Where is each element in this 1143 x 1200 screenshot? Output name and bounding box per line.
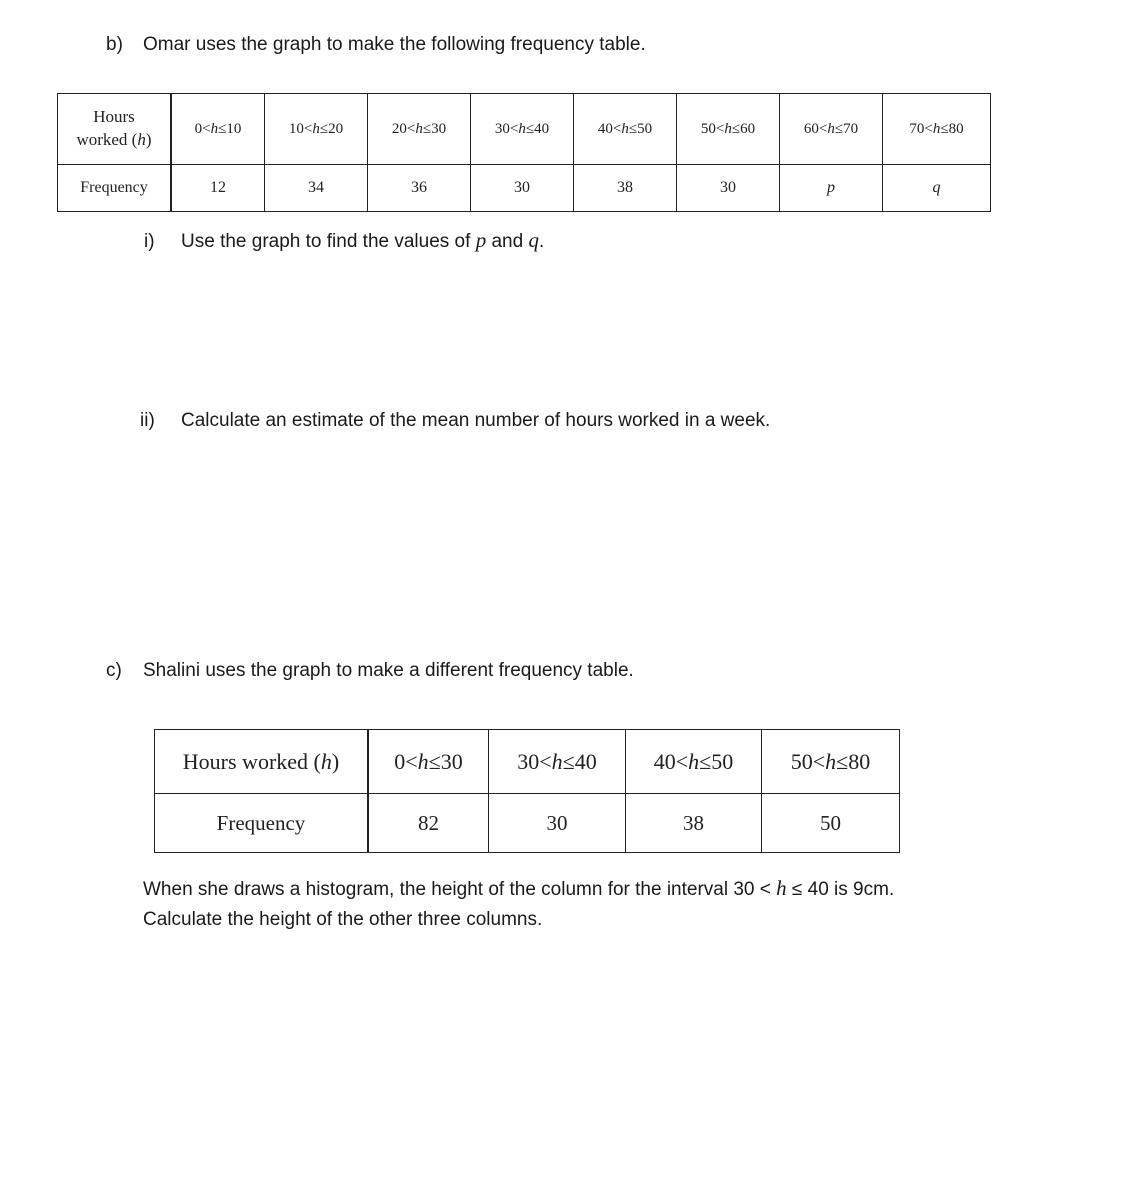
omar-frequency-table: Hours worked (h) 0<h≤10 10<h≤20 20<h≤30 …: [57, 93, 991, 212]
frequency-cell-unknown-p: p: [779, 164, 883, 212]
table-row-hours: Hours worked (h) 0<h≤30 30<h≤40 40<h≤50 …: [154, 729, 900, 794]
shalini-frequency-table: Hours worked (h) 0<h≤30 30<h≤40 40<h≤50 …: [154, 729, 900, 853]
note-text: ≤ 40 is 9cm.: [786, 879, 895, 900]
header-text: Hours: [93, 107, 135, 127]
frequency-cell: 36: [367, 164, 471, 212]
frequency-cell: 38: [625, 793, 762, 853]
interval-cell: 70<h≤80: [882, 93, 991, 165]
table-row-frequency: Frequency 82 30 38 50: [154, 793, 900, 853]
interval-cell: 30<h≤40: [488, 729, 626, 794]
header-var: h: [137, 130, 146, 149]
row-header-frequency: Frequency: [154, 793, 369, 853]
frequency-cell-unknown-q: q: [882, 164, 991, 212]
question-b-text: Omar uses the graph to make the followin…: [143, 34, 646, 55]
question-b-i-text: .: [538, 231, 545, 252]
question-b: b) Omar uses the graph to make the follow…: [106, 34, 646, 56]
question-b-i: i) Use the graph to find the values of p …: [144, 228, 544, 253]
table-row-frequency: Frequency 12 34 36 30 38 30 p q: [57, 164, 991, 212]
row-header-hours: Hours worked (h): [154, 729, 369, 794]
interval-cell: 30<h≤40: [470, 93, 574, 165]
interval-cell: 50<h≤60: [676, 93, 780, 165]
row-header-frequency: Frequency: [57, 164, 172, 212]
var-h: h: [776, 876, 787, 900]
question-b-i-text: and: [486, 231, 529, 252]
question-b-i-text: Use the graph to find the values of: [181, 231, 476, 252]
frequency-cell: 38: [573, 164, 677, 212]
header-text: worked (: [76, 130, 138, 149]
question-c-text: Shalini uses the graph to make a differe…: [143, 660, 634, 681]
interval-cell: 40<h≤50: [573, 93, 677, 165]
interval-cell: 40<h≤50: [625, 729, 762, 794]
interval-cell: 60<h≤70: [779, 93, 883, 165]
table-row-hours: Hours worked (h) 0<h≤10 10<h≤20 20<h≤30 …: [57, 93, 991, 165]
question-c: c) Shalini uses the graph to make a diffe…: [106, 660, 634, 682]
frequency-cell: 50: [761, 793, 900, 853]
question-b-label: b): [106, 34, 123, 55]
note-text: When she draws a histogram, the height o…: [143, 879, 777, 900]
question-b-i-label: i): [144, 231, 155, 252]
interval-cell: 0<h≤30: [367, 729, 489, 794]
interval-cell: 0<h≤10: [170, 93, 265, 165]
interval-cell: 50<h≤80: [761, 729, 900, 794]
row-header-hours: Hours worked (h): [57, 93, 172, 165]
var-q: q: [528, 228, 539, 252]
frequency-cell: 34: [264, 164, 368, 212]
frequency-cell: 30: [676, 164, 780, 212]
header-text: ): [145, 130, 152, 149]
var-p: p: [475, 228, 487, 252]
question-b-ii: ii) Calculate an estimate of the mean num…: [140, 410, 770, 432]
frequency-cell: 12: [170, 164, 265, 212]
question-b-ii-text: Calculate an estimate of the mean number…: [181, 410, 771, 431]
question-c-note-line1: When she draws a histogram, the height o…: [143, 876, 894, 901]
question-c-label: c): [106, 660, 122, 681]
frequency-cell: 30: [488, 793, 626, 853]
frequency-cell: 30: [470, 164, 574, 212]
question-c-note-line2: Calculate the height of the other three …: [143, 909, 543, 930]
question-b-ii-label: ii): [140, 410, 155, 431]
frequency-cell: 82: [367, 793, 489, 853]
interval-cell: 20<h≤30: [367, 93, 471, 165]
interval-cell: 10<h≤20: [264, 93, 368, 165]
